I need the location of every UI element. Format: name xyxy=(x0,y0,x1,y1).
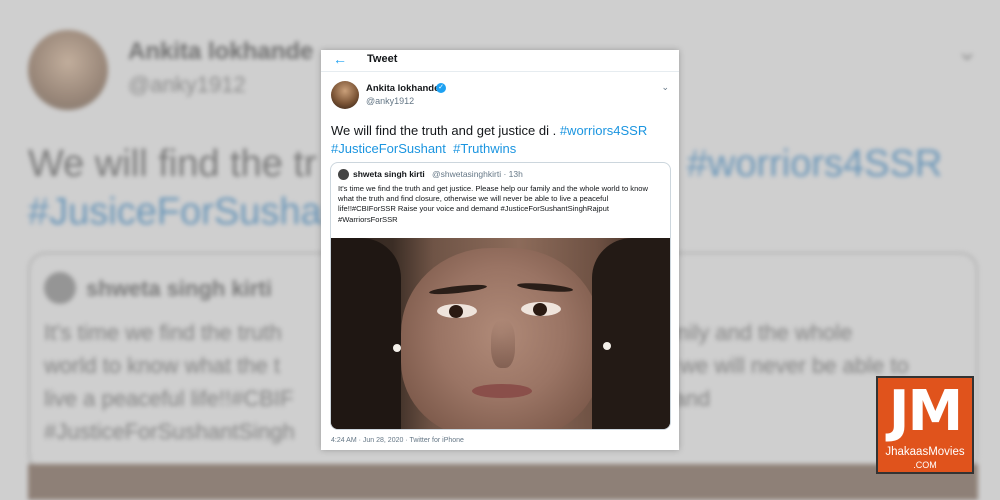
background-avatar xyxy=(28,30,108,110)
quoted-author-meta: @shwetasinghkirti · 13h xyxy=(432,169,523,179)
quoted-author-name: shweta singh kirti xyxy=(353,169,425,179)
background-quote-line: family and the whole xyxy=(651,320,853,345)
verified-badge-icon: ✓ xyxy=(436,83,446,93)
photo-hair xyxy=(592,238,670,429)
photo-earring xyxy=(603,342,611,350)
tweet-timestamp: 4:24 AM · Jun 28, 2020 · Twitter for iPh… xyxy=(331,437,464,444)
logo-name: JhakaasMovies xyxy=(885,446,965,458)
author-name[interactable]: Ankita lokhande xyxy=(366,83,439,94)
tweet-header-bar: ← Tweet xyxy=(321,50,679,72)
background-quote-name: shweta singh kirti xyxy=(86,276,272,301)
background-quote-line: world to know what the t xyxy=(44,353,281,378)
page-title: Tweet xyxy=(367,53,398,65)
background-photo xyxy=(28,464,978,500)
tweet-card: ← Tweet Ankita lokhande ✓ @anky1912 ⌄ We… xyxy=(321,50,679,450)
photo-lips xyxy=(472,384,532,398)
quoted-avatar xyxy=(338,169,349,180)
tweet-text: We will find the truth and get justice d… xyxy=(331,122,676,158)
avatar[interactable] xyxy=(331,81,359,109)
background-quote-line: we will never be able to xyxy=(680,353,909,378)
logo-mark: JM xyxy=(888,379,964,444)
background-author-name: Ankita lokhande xyxy=(128,38,314,65)
author-handle[interactable]: @anky1912 xyxy=(366,96,414,106)
photo-earring xyxy=(393,344,401,352)
background-quote-avatar xyxy=(44,272,76,304)
photo-eye xyxy=(521,302,561,316)
quoted-text: It's time we find the truth and get just… xyxy=(338,184,649,224)
background-author-handle: @anky1912 xyxy=(128,72,246,97)
quoted-tweet[interactable]: shweta singh kirti @shwetasinghkirti · 1… xyxy=(330,162,671,430)
background-chevron-down-icon: ⌄ xyxy=(956,36,978,66)
logo-domain: .COM xyxy=(913,460,937,470)
quoted-photo[interactable] xyxy=(331,238,670,429)
arrow-left-icon[interactable]: ← xyxy=(333,51,347,67)
background-hashtag: #worriors4SSR xyxy=(686,143,943,185)
background-quote-line: live a peaceful life!!#CBIF xyxy=(44,386,294,411)
tweet-text-plain: We will find the truth and get justice d… xyxy=(331,123,560,138)
photo-nose xyxy=(491,320,515,368)
background-text-start: We will find the tr xyxy=(28,143,317,185)
hashtag-link[interactable]: #Truthwins xyxy=(453,141,516,156)
photo-eye xyxy=(437,304,477,318)
hashtag-link[interactable]: #JusticeForSushant xyxy=(331,141,446,156)
hashtag-link[interactable]: #worriors4SSR xyxy=(560,123,647,138)
chevron-down-icon[interactable]: ⌄ xyxy=(661,82,669,93)
watermark-logo: JM JhakaasMovies .COM xyxy=(876,376,974,474)
photo-hair xyxy=(331,238,401,429)
background-quote-line: It's time we find the truth xyxy=(44,320,282,345)
